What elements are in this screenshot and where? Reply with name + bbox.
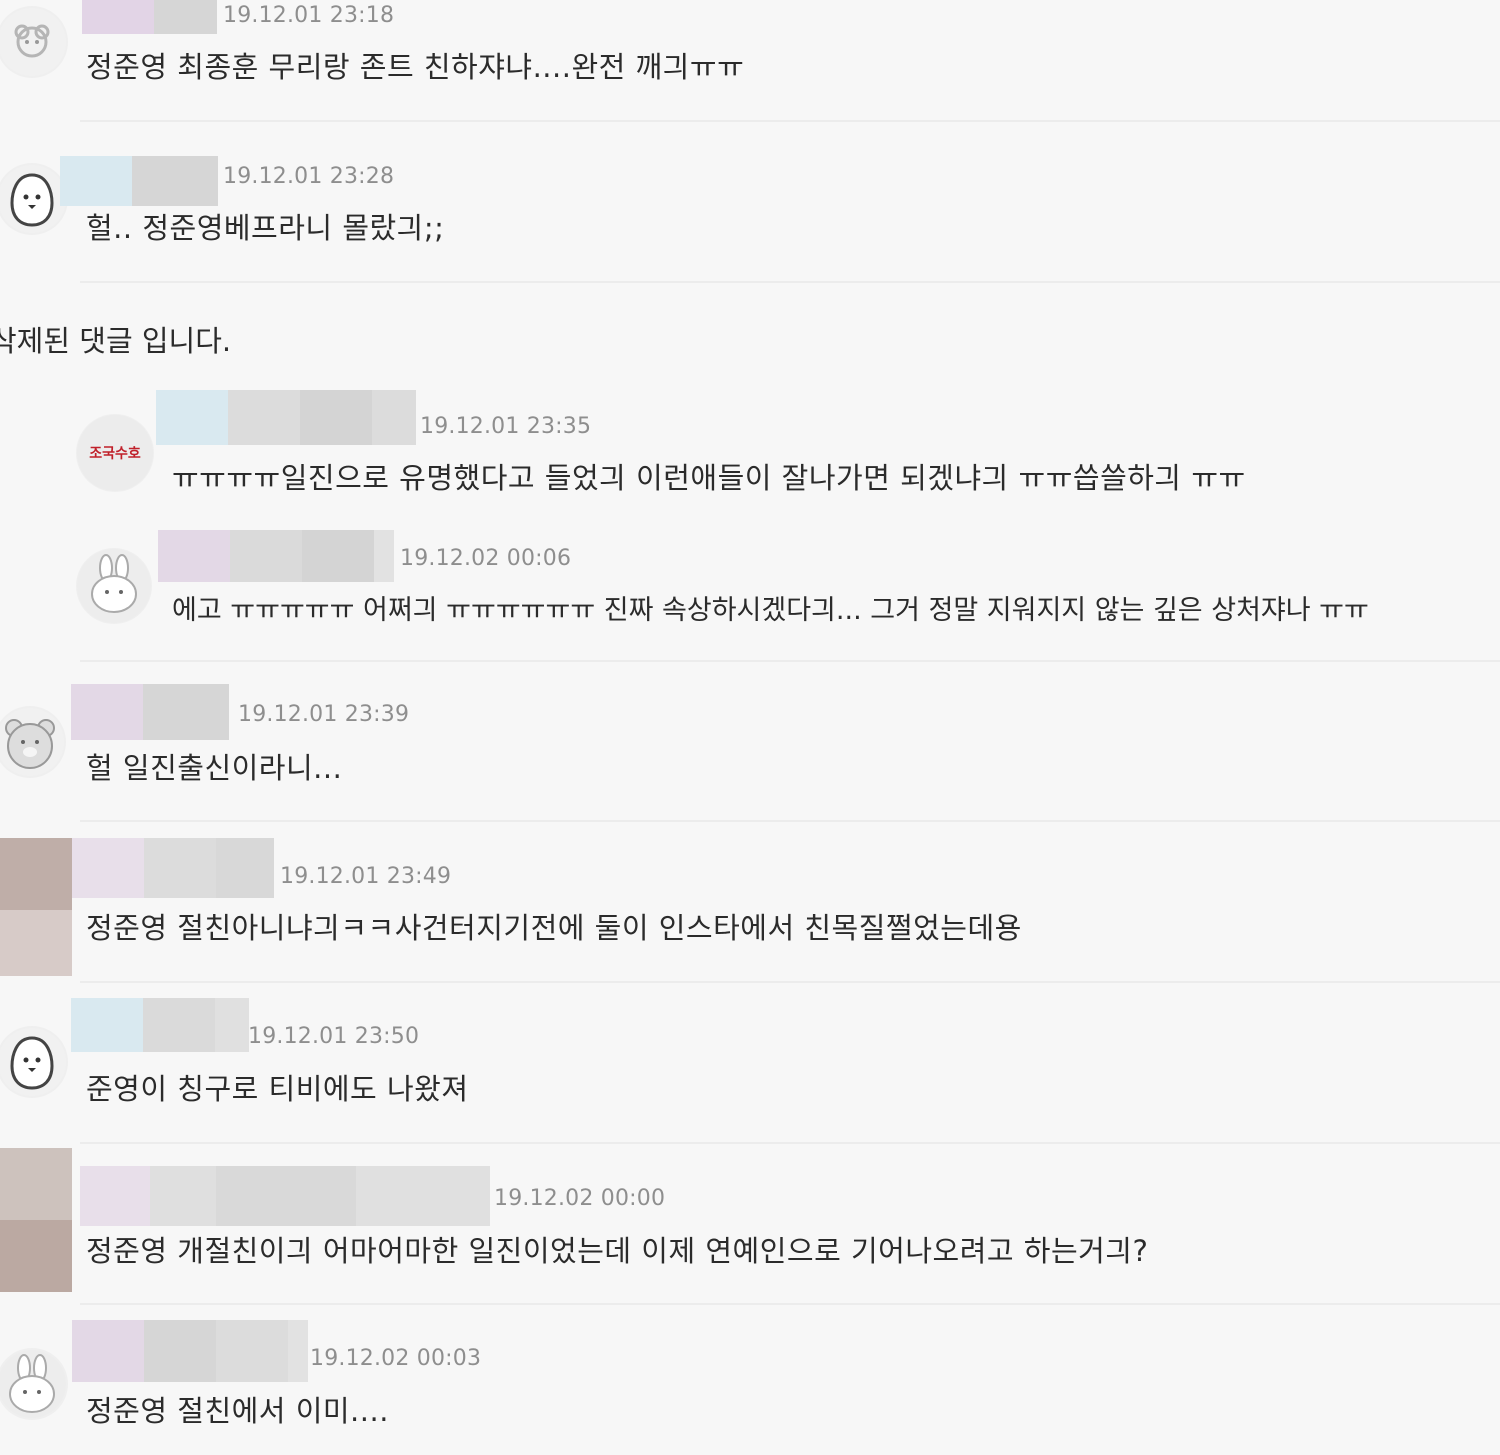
comment-text: 에고 ㅠㅠㅠㅠㅠ 어쩌긔 ㅠㅠㅠㅠㅠㅠ 진짜 속상하시겠다긔... 그거 정말 … [172,595,1369,626]
divider [80,1142,1500,1144]
sheep-avatar-icon[interactable] [0,6,68,78]
comment-text: 정준영 개절친이긔 어마어마한 일진이었는데 이제 연예인으로 기어나오려고 하… [86,1234,1149,1268]
comment-date: 19.12.01 23:50 [248,1024,420,1049]
comment-date: 19.12.01 23:35 [420,414,592,439]
username-blurred[interactable] [82,0,217,34]
username-blurred[interactable] [71,684,229,740]
bear-avatar-icon[interactable] [0,706,66,778]
comment-text: 준영이 칭구로 티비에도 나왔져 [86,1072,469,1106]
comment-date: 19.12.02 00:06 [400,546,572,571]
comment-text: ㅠㅠㅠㅠ일진으로 유명했다고 들었긔 이런애들이 잘나가면 되겠냐긔 ㅠㅠ씁쓸하… [172,461,1246,495]
square-photo-avatar[interactable] [0,838,72,976]
divider [80,660,1500,662]
penguin-avatar-icon[interactable] [0,1026,68,1098]
comment-text: 정준영 최종훈 무리랑 존트 친하쟈냐....완전 깨긔ㅠㅠ [86,50,745,84]
divider [80,120,1500,122]
comment-date: 19.12.01 23:18 [223,3,395,28]
divider [80,981,1500,983]
penguin-avatar-icon[interactable] [0,163,68,235]
comment-date: 19.12.02 00:03 [310,1346,482,1371]
badge-text: 조국수호 [89,446,141,462]
square-photo-avatar[interactable] [0,1148,72,1292]
rabbit-avatar-icon[interactable] [0,1348,68,1420]
username-blurred[interactable] [156,390,416,445]
comment-date: 19.12.01 23:28 [223,164,395,189]
comment-date: 19.12.01 23:49 [280,864,452,889]
divider [80,1303,1500,1305]
divider [80,281,1500,283]
username-blurred[interactable] [72,1320,308,1382]
rabbit-avatar-icon[interactable] [76,548,152,624]
comment-text: 헐.. 정준영베프라니 몰랐긔;; [86,211,445,245]
username-blurred[interactable] [72,838,274,898]
username-blurred[interactable] [80,1166,490,1226]
comment-text: 헐 일진출신이라니... [86,751,343,785]
comment-date: 19.12.01 23:39 [238,702,410,727]
deleted-comment-notice: 삭제된 댓글 입니다. [0,324,232,358]
comment-date: 19.12.02 00:00 [494,1186,666,1211]
comment-text: 정준영 절친아니냐긔ㅋㅋ사건터지기전에 둘이 인스타에서 친목질쩔었는데용 [86,911,1022,945]
divider [80,820,1500,822]
comment-text: 정준영 절친에서 이미.... [86,1394,389,1428]
username-blurred[interactable] [71,998,249,1052]
username-blurred[interactable] [60,156,218,206]
username-blurred[interactable] [158,530,394,582]
badge-avatar-icon[interactable]: 조국수호 [76,414,154,492]
